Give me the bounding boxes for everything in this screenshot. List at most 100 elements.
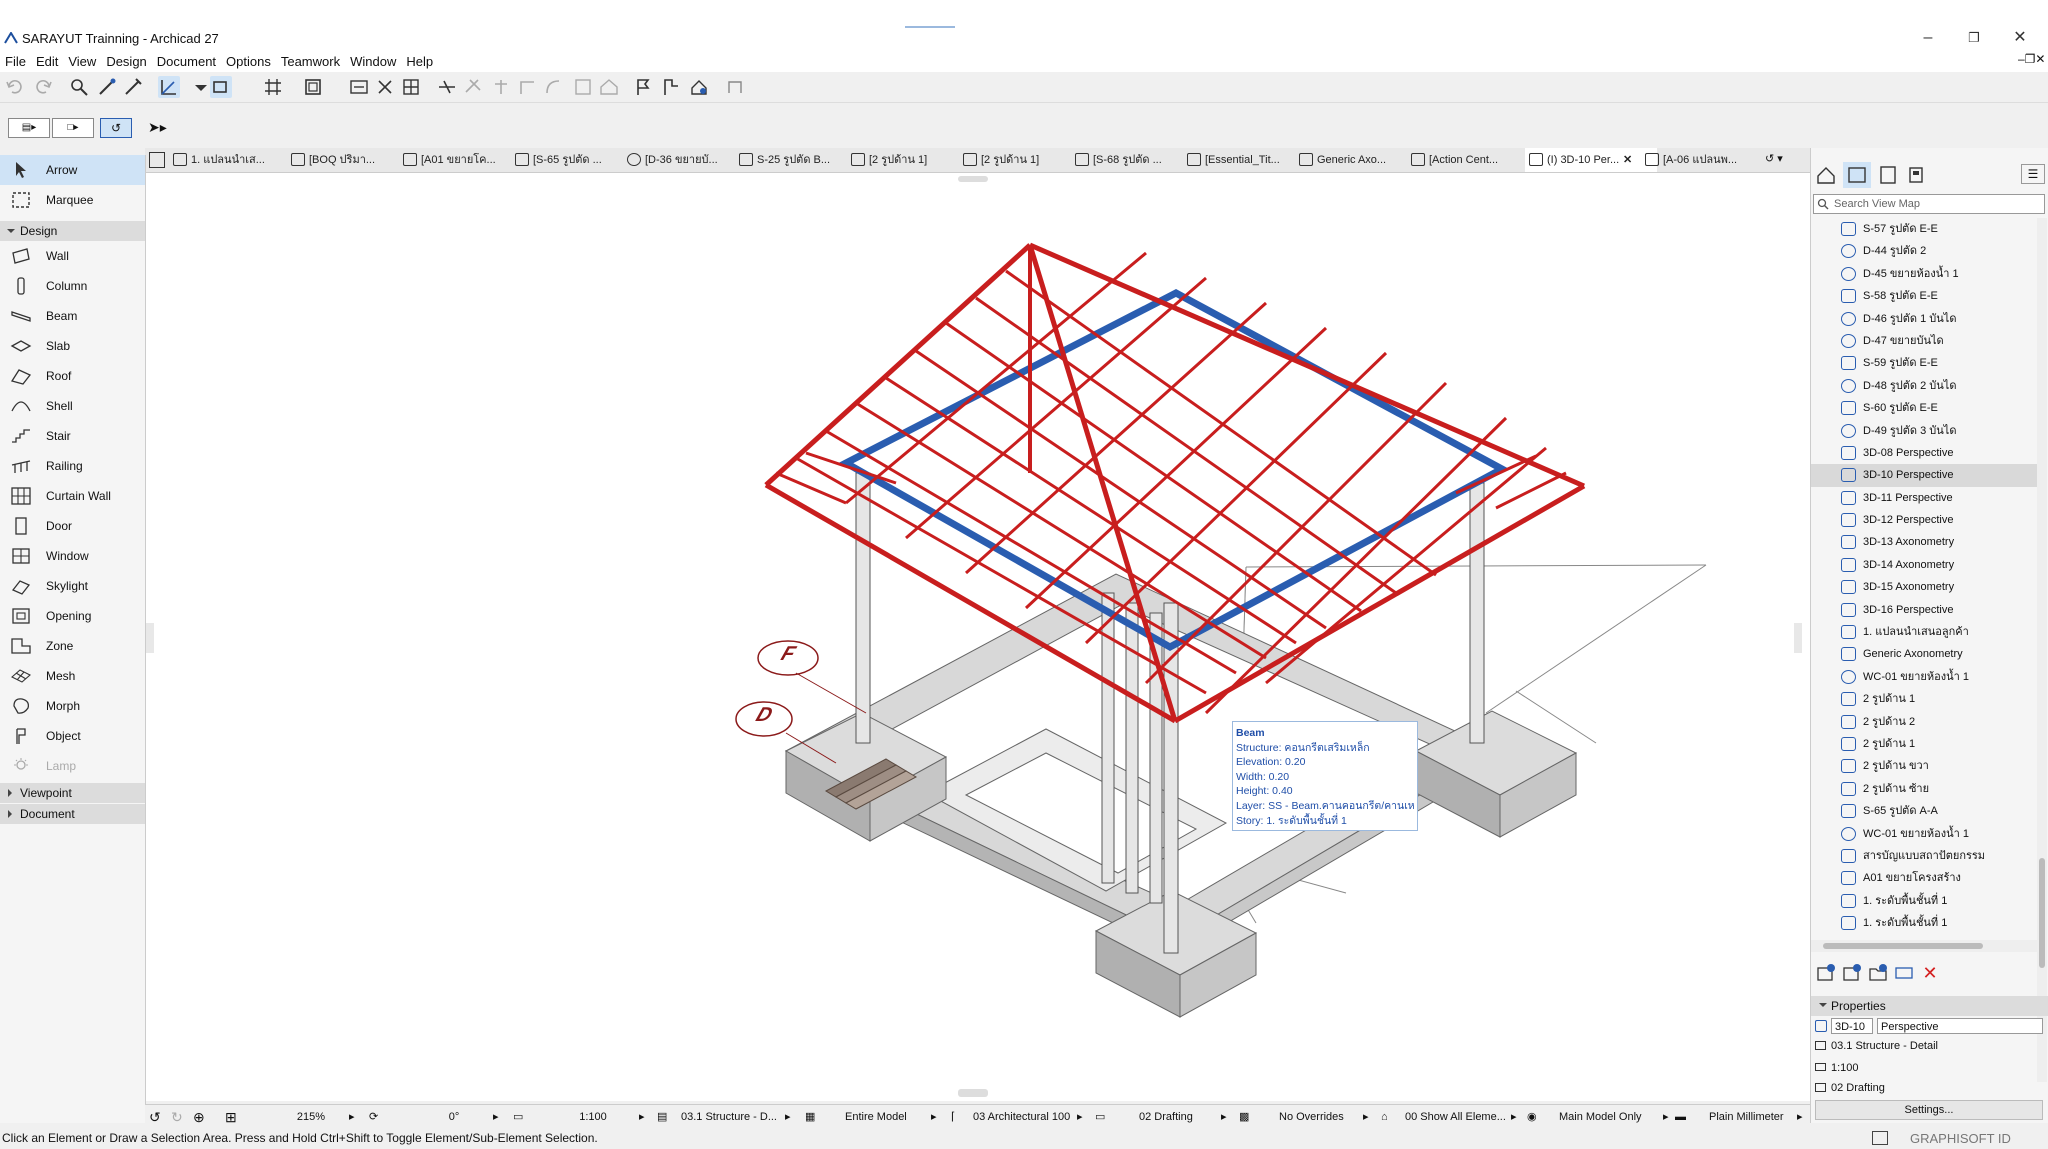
3d-viewport[interactable]: F D [146,173,1810,1101]
menu-edit[interactable]: Edit [31,52,63,72]
viewmap-item[interactable]: 2 รูปด้าน ขวา [1811,755,2037,777]
structural-dropdown-icon[interactable]: ▸ [1797,1105,1807,1129]
tab-overview-icon[interactable] [149,152,165,168]
layer-dropdown-icon[interactable]: ▸ [785,1105,795,1129]
toolbox-design-header[interactable]: Design [0,221,145,241]
menu-options[interactable]: Options [221,52,276,72]
structural-function-selector[interactable]: Plain Millimeter [1709,1105,1797,1129]
viewmap-item-selected[interactable]: 3D-10 Perspective [1811,464,2037,487]
viewmap-item[interactable]: WC-01 ขยายห้องน้ำ 1 [1811,823,2037,845]
viewmap-item[interactable]: 1. แปลนนำเสนอลูกค้า [1811,621,2037,643]
arrow-mode-icon[interactable]: ➤▸ [148,116,184,138]
viewmap-item[interactable]: 3D-15 Axonometry [1811,576,2037,598]
viewmap-item[interactable]: D-45 ขยายห้องน้ำ 1 [1811,263,2037,285]
scale-dropdown-icon[interactable]: ▸ [639,1105,649,1129]
properties-header[interactable]: Properties [1811,996,2048,1016]
undo-icon[interactable] [4,76,26,98]
viewmap-item[interactable]: 2 รูปด้าน 1 [1811,733,2037,755]
viewmap-item[interactable]: S-58 รูปตัด E-E [1811,285,2037,307]
tool-stair[interactable]: Stair [0,421,145,451]
tool-railing[interactable]: Railing [0,451,145,481]
tool-mesh[interactable]: Mesh [0,661,145,691]
design-options-selector[interactable]: Main Model Only [1559,1105,1663,1129]
angle-dropdown-icon[interactable]: ▸ [493,1105,503,1129]
viewmap-item[interactable]: 3D-13 Axonometry [1811,531,2037,553]
viewmap-item[interactable]: S-59 รูปตัด E-E [1811,352,2037,374]
settings-button[interactable]: Settings... [1815,1100,2043,1120]
guide-lines-icon[interactable] [158,76,180,98]
snap-guides-icon[interactable] [210,76,232,98]
renovation-filter-selector[interactable]: 00 Show All Eleme... [1405,1105,1509,1129]
view-settings-icon[interactable] [1893,962,1915,984]
find-select-icon[interactable] [68,76,90,98]
tab-overflow-icon[interactable]: ↺ ▾ [1765,152,1803,168]
design-options-dropdown-icon[interactable]: ▸ [1663,1105,1673,1129]
tool-opening[interactable]: Opening [0,601,145,631]
tool-window[interactable]: Window [0,541,145,571]
tool-morph[interactable]: Morph [0,691,145,721]
viewmap-item[interactable]: 3D-14 Axonometry [1811,554,2037,576]
viewmap-item[interactable]: D-47 ขยายบันได [1811,330,2037,352]
viewmap-item[interactable]: 1. ระดับพื้นชั้นที่ 1 [1811,912,2037,934]
viewmap-item[interactable]: S-60 รูปตัด E-E [1811,397,2037,419]
tool-beam[interactable]: Beam [0,301,145,331]
layer-combination-selector[interactable]: 03.1 Structure - D... [681,1105,781,1129]
tool-skylight[interactable]: Skylight [0,571,145,601]
project-map-icon[interactable] [1815,164,1837,186]
view-map-icon[interactable] [1843,162,1871,188]
viewmap-item[interactable]: S-57 รูปตัด E-E [1811,218,2037,240]
viewmap-item[interactable]: D-49 รูปตัด 3 บันได [1811,420,2037,442]
viewmap-item[interactable]: 2 รูปด้าน 2 [1811,711,2037,733]
menu-window[interactable]: Window [345,52,401,72]
inject-icon[interactable] [122,76,144,98]
view-name-field[interactable]: Perspective [1877,1018,2043,1034]
viewmap-item[interactable]: Generic Axonometry [1811,643,2037,665]
viewmap-item[interactable]: D-48 รูปตัด 2 บันได [1811,375,2037,397]
rotate-select-icon[interactable]: ↺ [100,118,132,138]
close-icon[interactable]: ✕ [2000,26,2040,50]
new-folder-icon[interactable] [1867,962,1889,984]
tool-zone[interactable]: Zone [0,631,145,661]
orbit-icon[interactable]: ↺ [149,1105,167,1129]
viewmap-item[interactable]: D-46 รูปตัด 1 บันได [1811,308,2037,330]
viewmap-item[interactable]: A01 ขยายโครงสร้าง [1811,867,2037,889]
tool-shell[interactable]: Shell [0,391,145,421]
menu-design[interactable]: Design [101,52,151,72]
view-id-field[interactable]: 3D-10 [1831,1018,1873,1034]
redo-icon[interactable] [32,76,54,98]
intersect-icon[interactable] [516,76,538,98]
snap-dropdown-icon[interactable] [190,76,212,98]
delete-view-icon[interactable]: ✕ [1919,962,1941,984]
viewmap-horizontal-scrollbar[interactable] [1811,940,2037,952]
tab-close-icon[interactable]: ✕ [1623,148,1632,172]
tab-view[interactable]: [Action Cent... [1407,148,1541,172]
tool-arrow[interactable]: Arrow [0,155,145,185]
markup-icon[interactable] [660,76,682,98]
grid-snap-icon[interactable] [262,76,284,98]
layout-book-icon[interactable] [1877,164,1899,186]
viewmap-item[interactable]: 2 รูปด้าน ซ้าย [1811,778,2037,800]
tool-object[interactable]: Object [0,721,145,751]
tool-column[interactable]: Column [0,271,145,301]
viewmap-item[interactable]: 3D-12 Perspective [1811,509,2037,531]
tab-active-3d[interactable]: (I) 3D-10 Per... ✕ [1525,148,1657,172]
publish-icon[interactable] [724,76,746,98]
layout-icon[interactable] [302,76,324,98]
crosshair-icon[interactable] [374,76,396,98]
roof-solid-icon[interactable] [598,76,620,98]
selection-method-icon[interactable]: ▤▸ [8,118,50,138]
layer-combination-row[interactable]: 03.1 Structure - Detail [1811,1036,1938,1056]
tool-marquee[interactable]: Marquee [0,185,145,215]
viewmap-item[interactable]: 3D-08 Perspective [1811,442,2037,464]
dimension-selector[interactable]: 03 Architectural 100 [973,1105,1077,1129]
tool-lamp[interactable]: Lamp [0,751,145,781]
toolbox-document-header[interactable]: Document [0,804,145,824]
viewmap-vertical-scrollbar[interactable] [2037,218,2047,1082]
rotate-view-icon[interactable]: ⟳ [369,1105,385,1129]
marquee-method-icon[interactable]: □▸ [52,118,94,138]
save-view-icon[interactable] [1815,962,1837,984]
viewmap-search-input[interactable]: Search View Map [1813,194,2045,214]
viewmap-item[interactable]: 2 รูปด้าน 1 [1811,688,2037,710]
zoom-in-icon[interactable]: ⊕ [193,1105,211,1129]
menu-document[interactable]: Document [152,52,221,72]
